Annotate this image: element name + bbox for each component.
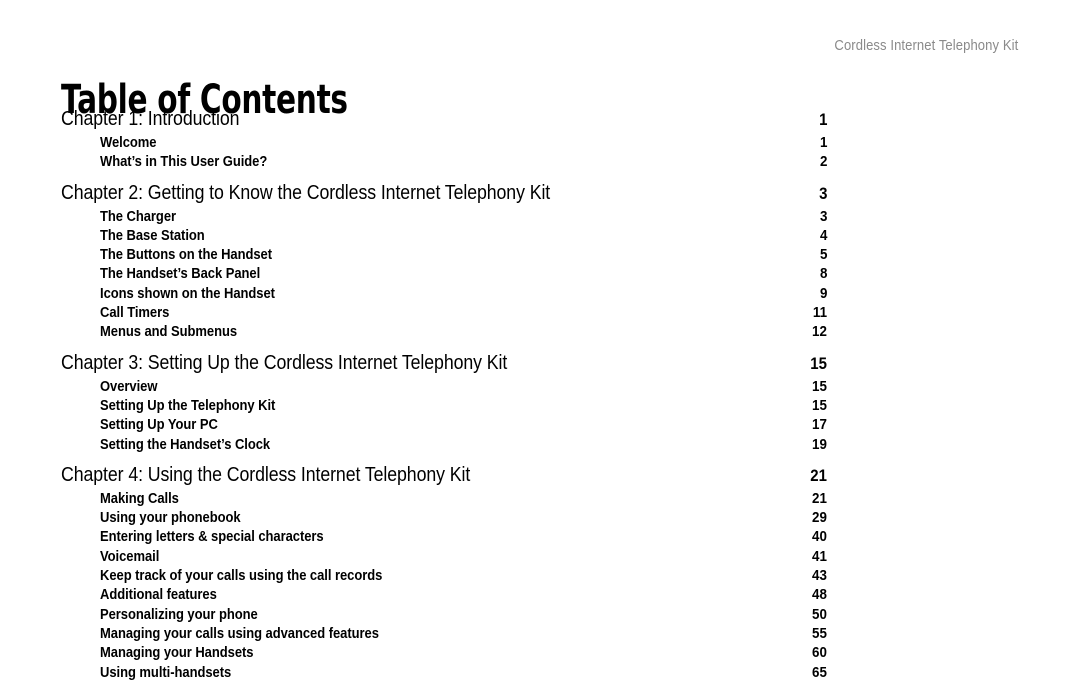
toc-entry-label: The Charger (100, 207, 177, 225)
toc-page-number: 5 (819, 246, 827, 264)
toc-entry-label: Keep track of your calls using the call … (100, 567, 383, 585)
toc-entry-row[interactable]: Call Timers 11 (61, 303, 827, 322)
toc-entry-row[interactable]: Using your phonebook 29 (61, 508, 827, 527)
toc-entry-row[interactable]: Entering letters & special characters 40 (61, 527, 827, 546)
toc-entry-label: The Buttons on the Handset (100, 246, 273, 264)
toc-chapter-label: Chapter 4: Using the Cordless Internet T… (61, 462, 471, 486)
toc-page-number: 3 (818, 183, 827, 203)
toc-entry-label: Voicemail (100, 547, 160, 565)
toc-entry-row[interactable]: Setting the Handset’s Clock 19 (61, 435, 827, 454)
toc-entry-label: Using your phonebook (100, 509, 241, 527)
toc-entry-row[interactable]: Setting Up Your PC 17 (61, 415, 827, 434)
toc-entry-label: Using multi-handsets (100, 663, 232, 681)
toc-page-number: 15 (812, 377, 827, 395)
toc-page-number: 50 (812, 605, 827, 623)
toc-chapter-row[interactable]: Chapter 1: Introduction 1 (61, 108, 827, 132)
toc-entry-row[interactable]: The Handset’s Back Panel 8 (61, 264, 827, 283)
toc-entry-label: Menus and Submenus (100, 323, 238, 341)
toc-entry-row[interactable]: Menus and Submenus 12 (61, 322, 827, 341)
table-of-contents: Chapter 1: Introduction 1 Welcome 1 What’s i… (61, 108, 827, 682)
toc-entry-label: The Base Station (100, 226, 205, 244)
toc-entry-label: Call Timers (100, 304, 170, 322)
toc-entry-row[interactable]: What’s in This User Guide? 2 (61, 152, 827, 171)
toc-page-number: 43 (812, 567, 827, 585)
toc-entry-label: Managing your Handsets (100, 644, 254, 662)
toc-entry-row[interactable]: Making Calls 21 (61, 489, 827, 508)
toc-entry-row[interactable]: Using multi-handsets 65 (61, 663, 827, 682)
toc-entry-row[interactable]: Personalizing your phone 50 (61, 605, 827, 624)
toc-page-number: 3 (819, 207, 827, 225)
toc-page-number: 29 (812, 509, 827, 527)
toc-entry-row[interactable]: The Charger 3 (61, 207, 827, 226)
toc-entry-label: Setting Up the Telephony Kit (100, 396, 276, 414)
toc-page-number: 17 (812, 416, 827, 434)
toc-entry-label: The Handset’s Back Panel (100, 265, 261, 283)
toc-page-number: 1 (818, 110, 827, 129)
toc-page-number: 15 (810, 353, 827, 373)
toc-page-number: 8 (819, 265, 827, 283)
toc-page-number: 65 (812, 663, 827, 681)
toc-chapter-label: Chapter 2: Getting to Know the Cordless … (61, 180, 551, 204)
toc-page-number: 48 (812, 586, 827, 604)
toc-page-number: 2 (819, 153, 827, 171)
toc-page-number: 11 (812, 304, 827, 322)
toc-entry-label: Additional features (100, 586, 217, 604)
running-header: Cordless Internet Telephony Kit (834, 38, 1018, 54)
toc-entry-label: Icons shown on the Handset (100, 284, 275, 302)
toc-entry-row[interactable]: Managing your Handsets 60 (61, 643, 827, 662)
toc-chapter-label: Chapter 1: Introduction (61, 107, 240, 130)
toc-entry-row[interactable]: The Buttons on the Handset 5 (61, 245, 827, 264)
toc-entry-row[interactable]: Additional features 48 (61, 585, 827, 604)
toc-entry-label: Personalizing your phone (100, 605, 258, 623)
toc-page-number: 21 (812, 489, 827, 507)
toc-page-number: 9 (819, 284, 827, 302)
toc-entry-label: Managing your calls using advanced featu… (100, 624, 379, 642)
toc-page-number: 19 (812, 435, 827, 453)
toc-page-number: 1 (819, 134, 827, 151)
toc-entry-label: What’s in This User Guide? (100, 153, 268, 171)
toc-page-number: 12 (812, 323, 827, 341)
toc-page-number: 41 (812, 547, 827, 565)
toc-entry-row[interactable]: Voicemail 41 (61, 547, 827, 566)
toc-chapter-row[interactable]: Chapter 4: Using the Cordless Internet T… (61, 462, 827, 488)
toc-entry-label: Welcome (100, 134, 157, 151)
toc-page-number: 55 (812, 624, 827, 642)
toc-entry-label: Setting the Handset’s Clock (100, 435, 271, 453)
toc-chapter-row[interactable]: Chapter 3: Setting Up the Cordless Inter… (61, 350, 827, 376)
document-page: Cordless Internet Telephony Kit Table of… (0, 0, 1080, 698)
toc-entry-row[interactable]: The Base Station 4 (61, 226, 827, 245)
toc-chapter-label: Chapter 3: Setting Up the Cordless Inter… (61, 350, 508, 374)
toc-chapter-row[interactable]: Chapter 2: Getting to Know the Cordless … (61, 180, 827, 206)
toc-entry-label: Making Calls (100, 489, 179, 507)
toc-page-number: 40 (812, 528, 827, 546)
toc-entry-row[interactable]: Icons shown on the Handset 9 (61, 284, 827, 303)
toc-entry-row[interactable]: Welcome 1 (61, 133, 827, 152)
toc-entry-row[interactable]: Setting Up the Telephony Kit 15 (61, 396, 827, 415)
toc-page-number: 4 (819, 226, 827, 244)
toc-entry-row[interactable]: Managing your calls using advanced featu… (61, 624, 827, 643)
toc-page-number: 21 (810, 465, 827, 485)
toc-page-number: 15 (812, 396, 827, 414)
toc-entry-label: Entering letters & special characters (100, 528, 324, 546)
toc-entry-label: Setting Up Your PC (100, 416, 218, 434)
toc-entry-row[interactable]: Keep track of your calls using the call … (61, 566, 827, 585)
toc-entry-row[interactable]: Overview 15 (61, 377, 827, 396)
toc-page-number: 60 (812, 644, 827, 662)
toc-entry-label: Overview (100, 377, 158, 395)
